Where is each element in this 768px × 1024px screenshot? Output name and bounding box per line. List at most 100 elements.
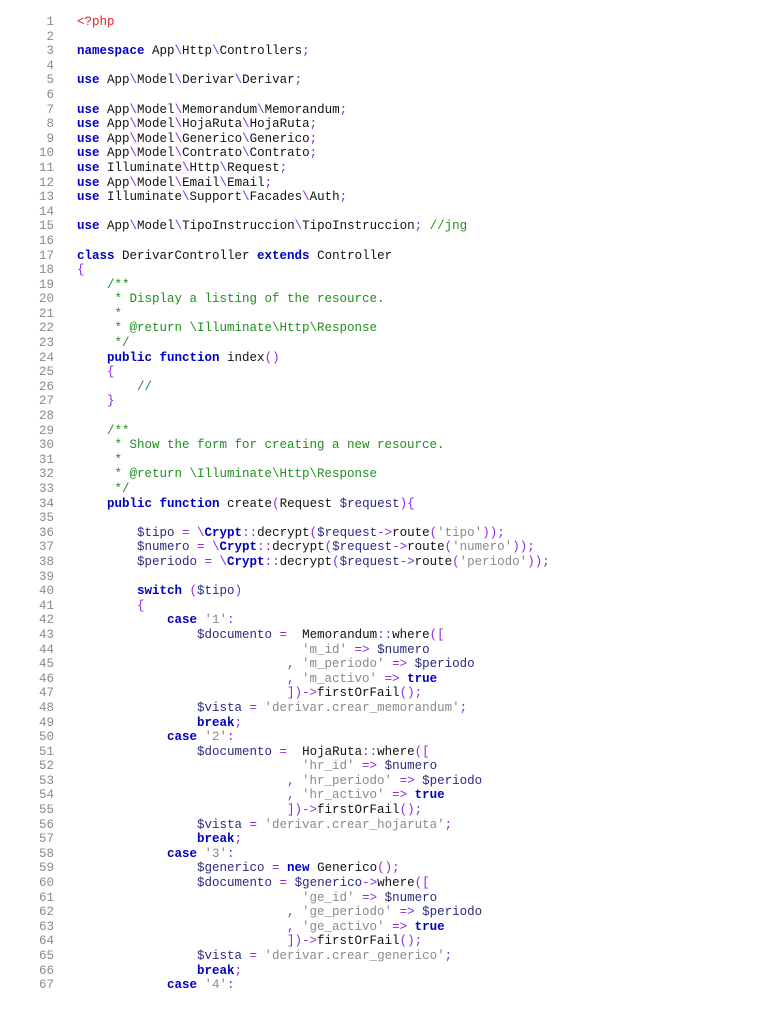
code-line: 34 public function create(Request $reque…: [0, 497, 768, 512]
token-string: 'periodo': [459, 554, 528, 569]
code-line: 46 , 'm_activo' => true: [0, 672, 768, 687]
token-variable: $documento: [77, 876, 273, 891]
token-string: 'm_activo': [302, 671, 378, 686]
token-punctuation: \: [129, 175, 138, 190]
token-variable: $numero: [77, 540, 190, 555]
token-punctuation: (: [272, 496, 280, 511]
token-comment: /**: [77, 277, 130, 292]
code-line: 21 *: [0, 307, 768, 322]
code-line: 3 namespace App\Http\Controllers;: [0, 44, 768, 59]
code-line: 49 break;: [0, 716, 768, 731]
code-line: 50 case '2':: [0, 730, 768, 745]
token-comment: */: [77, 482, 130, 496]
token-keyword: Crypt: [204, 525, 243, 540]
token-variable: $documento: [77, 744, 273, 759]
code-line: 31 *: [0, 453, 768, 468]
token-variable: $request: [339, 496, 400, 511]
token-variable: $periodo: [414, 657, 475, 672]
token-punctuation: ::: [257, 540, 273, 555]
token-punctuation: ,: [77, 773, 303, 788]
token-identifier: Model: [137, 102, 175, 117]
line-number: 12: [38, 175, 54, 190]
token-string: 'ge_id': [77, 890, 355, 905]
token-keyword: Crypt: [227, 554, 265, 569]
token-punctuation: ;: [302, 44, 310, 59]
line-source: {: [77, 599, 145, 614]
line-number: 32: [38, 467, 54, 482]
line-number: 27: [38, 394, 54, 409]
token-identifier: create: [219, 496, 273, 511]
token-punctuation: ;: [444, 949, 453, 963]
token-identifier: Auth: [309, 190, 340, 205]
line-number: 48: [38, 700, 54, 715]
line-source: case '4':: [77, 978, 235, 993]
line-source: *: [77, 307, 123, 322]
token-punctuation: \: [174, 146, 183, 161]
line-source: break;: [77, 716, 242, 731]
token-punctuation: ();: [377, 861, 400, 876]
token-identifier: Generico: [249, 131, 310, 146]
token-identifier: route: [392, 525, 430, 540]
line-number: 57: [38, 832, 54, 847]
token-identifier: Model: [137, 117, 175, 132]
token-punctuation: \: [182, 190, 190, 205]
line-source: */: [77, 336, 130, 351]
token-punctuation: ,: [77, 919, 303, 934]
token-keyword: public: [77, 496, 153, 511]
line-number: 3: [46, 44, 54, 59]
line-number: 23: [38, 336, 54, 351]
code-line: 9 use App\Model\Generico\Generico;: [0, 132, 768, 147]
token-punctuation: ();: [399, 686, 423, 701]
code-line: 66 break;: [0, 964, 768, 979]
token-comment: *: [77, 452, 123, 467]
token-punctuation: =>: [347, 642, 378, 657]
token-punctuation: ;: [444, 817, 453, 832]
token-punctuation: ([: [429, 627, 445, 642]
code-line: 16: [0, 234, 768, 249]
token-string: 'ge_periodo': [302, 905, 393, 920]
token-punctuation: \: [174, 102, 183, 117]
line-number: 17: [38, 248, 54, 263]
code-line: 2: [0, 30, 768, 45]
token-identifier: App: [99, 117, 130, 132]
token-identifier: where: [377, 744, 415, 759]
token-punctuation: (): [264, 350, 280, 365]
token-punctuation: (: [452, 554, 460, 569]
code-line: 24 public function index(): [0, 351, 768, 366]
token-punctuation: ();: [399, 803, 423, 818]
code-line: 38 $periodo = \Crypt::decrypt($request->…: [0, 555, 768, 570]
code-line: 6: [0, 88, 768, 103]
token-comment: //jng: [429, 219, 468, 234]
line-number: 47: [38, 686, 54, 701]
token-string: 'ge_activo': [302, 919, 385, 934]
line-source: <?php: [77, 15, 115, 30]
token-punctuation: ])->: [77, 803, 318, 818]
token-string: 'hr_activo': [302, 788, 385, 803]
token-string: 'numero': [452, 540, 513, 555]
token-punctuation: :: [227, 846, 235, 861]
token-variable: $request: [317, 525, 378, 540]
token-punctuation: ): [234, 584, 243, 599]
token-punctuation: ::: [242, 525, 258, 540]
line-source: use App\Model\HojaRuta\HojaRuta;: [77, 117, 317, 132]
token-variable: $periodo: [422, 905, 483, 920]
token-punctuation: \: [257, 102, 265, 117]
line-number: 30: [38, 438, 54, 453]
token-identifier: TipoInstruccion: [302, 219, 415, 234]
token-keyword: use: [77, 219, 100, 234]
token-punctuation: ::: [377, 627, 393, 642]
code-line: 4: [0, 59, 768, 74]
line-number: 25: [38, 365, 54, 380]
code-line: 40 switch ($tipo): [0, 584, 768, 599]
token-identifier: decrypt: [257, 525, 310, 540]
line-number: 60: [38, 876, 54, 891]
code-line: 5 use App\Model\Derivar\Derivar;: [0, 73, 768, 88]
line-number: 9: [46, 131, 54, 146]
line-number: 31: [38, 452, 54, 467]
token-punctuation: = \: [197, 554, 228, 569]
token-punctuation: ])->: [77, 686, 318, 701]
code-line: 57 break;: [0, 832, 768, 847]
line-source: * @return \Illuminate\Http\Response: [77, 467, 378, 482]
line-number: 45: [38, 657, 54, 672]
code-line: 7 use App\Model\Memorandum\Memorandum;: [0, 103, 768, 118]
